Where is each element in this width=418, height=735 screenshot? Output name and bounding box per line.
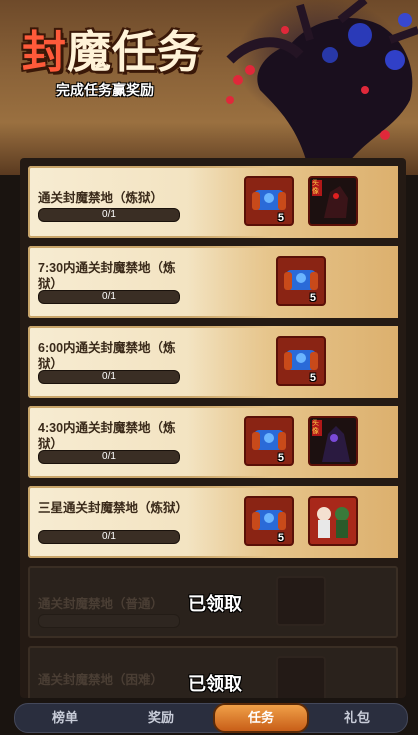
scroll-icon[interactable]: 5: [244, 176, 294, 226]
reward-slot: [276, 656, 326, 698]
task-progress: 0/1: [38, 530, 180, 544]
task-card: 三星通关封魔禁地（炼狱） 0/1 5: [28, 486, 398, 558]
task-progress: 0/1: [38, 208, 180, 222]
task-progress: [38, 614, 180, 628]
scroll-icon[interactable]: 5: [244, 496, 294, 546]
task-card-claimed: 通关封魔禁地（困难） 已领取: [28, 646, 398, 698]
task-label: 7:30内通关封魔禁地（炼狱）: [38, 261, 176, 291]
dark-hero-icon[interactable]: 头像: [308, 176, 358, 226]
task-label: 通关封魔禁地（普通）: [38, 597, 164, 611]
demon-tree-illustration: [226, 0, 418, 175]
task-card: 6:00内通关封魔禁地（炼狱） 0/1 5: [28, 326, 398, 398]
claimed-status: 已领取: [188, 674, 242, 694]
scroll-icon[interactable]: 5: [276, 336, 326, 386]
task-card: 4:30内通关封魔禁地（炼狱） 0/1 5 头像: [28, 406, 398, 478]
task-list-panel[interactable]: 通关封魔禁地（炼狱） 0/1 5 头像 7:30内通关封魔禁地（炼狱） 0/1 …: [20, 158, 406, 698]
task-label: 6:00内通关封魔禁地（炼狱）: [38, 341, 176, 371]
shadow-hero-icon[interactable]: 头像: [308, 416, 358, 466]
task-label: 通关封魔禁地（困难）: [38, 673, 164, 687]
reward-count: 5: [309, 372, 316, 384]
tab-gift-pack[interactable]: 礼包: [315, 704, 399, 732]
task-card-claimed: 通关封魔禁地（普通） 已领取: [28, 566, 398, 638]
bottom-tab-bar: 榜单 奖励 任务 礼包: [14, 703, 408, 733]
event-subtitle: 完成任务赢奖励: [56, 82, 154, 98]
tab-tasks[interactable]: 任务: [213, 703, 309, 733]
task-label: 三星通关封魔禁地（炼狱）: [38, 501, 189, 515]
task-progress: 0/1: [38, 290, 180, 304]
task-label: 4:30内通关封魔禁地（炼狱）: [38, 421, 176, 451]
reward-slot: [276, 576, 326, 626]
task-progress: 0/1: [38, 450, 180, 464]
task-progress: 0/1: [38, 370, 180, 384]
scroll-icon[interactable]: 5: [244, 416, 294, 466]
claimed-status: 已领取: [188, 594, 242, 614]
duo-hero-icon[interactable]: [308, 496, 358, 546]
reward-count: 5: [277, 452, 284, 464]
reward-count: 5: [277, 532, 284, 544]
tab-rewards[interactable]: 奖励: [119, 704, 203, 732]
avatar-tag: 头像: [312, 420, 319, 435]
scroll-icon[interactable]: 5: [276, 256, 326, 306]
task-label: 通关封魔禁地（炼狱）: [38, 191, 164, 205]
tab-ranking[interactable]: 榜单: [23, 704, 107, 732]
event-title: 封魔任务: [22, 27, 202, 78]
avatar-tag: 头像: [312, 180, 319, 195]
task-card: 通关封魔禁地（炼狱） 0/1 5 头像: [28, 166, 398, 238]
reward-count: 5: [277, 212, 284, 224]
task-card: 7:30内通关封魔禁地（炼狱） 0/1 5: [28, 246, 398, 318]
event-banner: 封魔任务 完成任务赢奖励: [0, 0, 418, 175]
reward-count: 5: [309, 292, 316, 304]
